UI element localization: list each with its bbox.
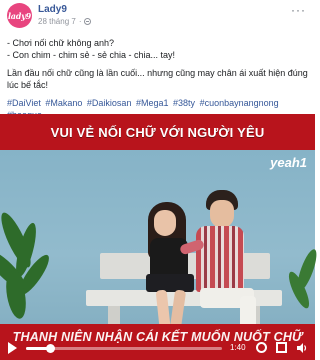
plant-left [0, 212, 49, 319]
post-timestamp[interactable]: 28 tháng 7 [38, 17, 76, 26]
post-body: - Chơi nối chữ không anh? - Con chim - c… [7, 37, 309, 121]
page-name-link[interactable]: Lady9 [38, 4, 67, 15]
time-label: 1:40 [230, 343, 246, 352]
hashtag-link[interactable]: #DaiViet [7, 98, 41, 108]
woman-face [154, 210, 176, 236]
top-caption-band: VUI VẺ NỐI CHỮ VỚI NGƯỜI YÊU [0, 114, 315, 150]
top-caption: VUI VẺ NỐI CHỮ VỚI NGƯỜI YÊU [50, 124, 265, 140]
volume-icon[interactable] [296, 342, 308, 354]
progress-bar[interactable] [26, 344, 222, 353]
man-shirt [196, 226, 244, 292]
hashtag-link[interactable]: #Makano [45, 98, 82, 108]
progress-knob[interactable] [45, 344, 55, 353]
post-header: lady9 Lady9 28 tháng 7 · ··· [0, 0, 315, 30]
more-options-icon[interactable]: ··· [291, 4, 306, 16]
bench-leg [108, 306, 120, 326]
avatar-logo-text: lady9 [7, 10, 32, 21]
hashtag-link[interactable]: #Mega1 [136, 98, 169, 108]
man-face [210, 200, 234, 228]
hashtag-link[interactable]: #Daikiosan [87, 98, 132, 108]
video-controls: 1:40 [0, 336, 315, 360]
play-icon[interactable] [8, 342, 17, 354]
woman-skirt [146, 274, 194, 292]
yeah1-logo: yeah1 [270, 155, 307, 170]
plant-right [288, 249, 317, 309]
globe-icon [84, 18, 92, 25]
post-paragraph: Lần đầu nối chữ cũng là lần cuối... nhưn… [7, 68, 308, 90]
post-line: - Con chim - chim sẻ - sẻ chia - chia...… [7, 50, 176, 60]
hashtag-link[interactable]: #cuonbaynangnong [200, 98, 279, 108]
separator: · [78, 17, 82, 26]
fullscreen-icon[interactable] [276, 342, 287, 353]
hashtag-link[interactable]: #38ty [173, 98, 195, 108]
post-meta: 28 tháng 7 · [38, 17, 92, 26]
settings-icon[interactable] [256, 342, 267, 353]
post-line: - Chơi nối chữ không anh? [7, 38, 114, 48]
avatar[interactable]: lady9 [7, 3, 32, 28]
